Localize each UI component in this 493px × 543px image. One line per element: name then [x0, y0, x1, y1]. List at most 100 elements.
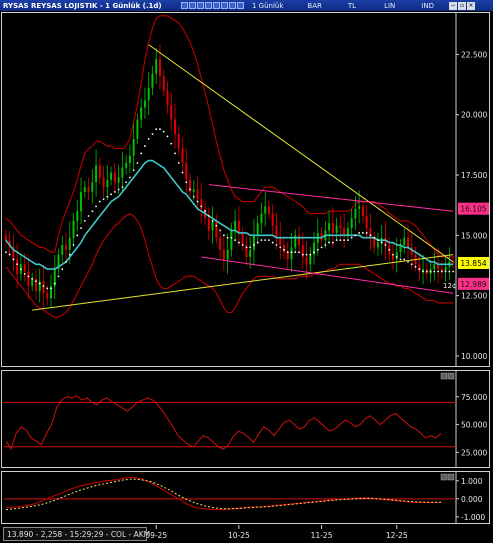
candle [38, 268, 41, 303]
candle-body [418, 264, 421, 272]
parabolic-sar-dot [80, 227, 82, 229]
candle-body [282, 244, 285, 253]
candle [136, 113, 139, 145]
parabolic-sar-dot [410, 263, 413, 266]
parabolic-sar-dot [392, 253, 394, 256]
toolbar-icon-7[interactable] [229, 2, 236, 9]
candle-body [286, 252, 289, 260]
parabolic-sar-dot [290, 251, 293, 254]
parabolic-sar-dot [343, 239, 346, 242]
timeframe-menu[interactable]: 1 Günlük [252, 2, 283, 10]
parabolic-sar-dot [181, 171, 184, 174]
candle-body [358, 206, 361, 209]
parabolic-sar-dot [309, 253, 312, 256]
parabolic-sar-dot [76, 234, 79, 237]
macd-tick-label: 0.000 [461, 495, 483, 504]
candle [170, 92, 173, 132]
toolbar-icon-4[interactable] [205, 2, 212, 9]
candle-body [16, 259, 19, 274]
candle [444, 255, 447, 282]
parabolic-sar-dot [339, 239, 342, 242]
price-label-text: 16.105 [460, 205, 486, 214]
parabolic-sar-dot [429, 270, 432, 273]
oscillator-line [5, 395, 442, 451]
parabolic-sar-dot [384, 244, 387, 246]
candle-body [185, 162, 188, 180]
toolbar-icon-5[interactable] [213, 2, 220, 9]
scale-menu[interactable]: LIN [384, 2, 395, 10]
candle-body [110, 172, 113, 180]
maximize-button[interactable]: ▫ [457, 1, 466, 10]
candle [61, 235, 64, 264]
parabolic-sar-dot [72, 244, 75, 246]
parabolic-sar-dot [279, 246, 282, 249]
parabolic-sar-dot [264, 239, 267, 242]
candle [418, 253, 421, 282]
candle-body [143, 100, 146, 108]
candle [49, 274, 52, 309]
candle-body [331, 223, 334, 233]
toolbar-icon-1[interactable] [181, 2, 188, 9]
candle [196, 176, 199, 211]
candle [155, 48, 158, 84]
candle-body [117, 177, 120, 183]
candle [189, 173, 192, 198]
close-button[interactable]: × [466, 1, 475, 10]
parabolic-sar-dot [399, 258, 402, 261]
parabolic-sar-dot [95, 205, 97, 208]
parabolic-sar-dot [98, 200, 101, 203]
parabolic-sar-dot [117, 188, 120, 191]
candle [31, 272, 34, 292]
parabolic-sar-dot [260, 239, 263, 242]
parabolic-sar-dot [192, 195, 195, 198]
chart-type-menu[interactable]: BAR [307, 2, 321, 10]
window-titlebar: RYSAS REYSAS LOJISTIK - 1 Günlük (.1d) 1… [0, 0, 493, 11]
candle [128, 144, 131, 173]
parabolic-sar-dot [46, 287, 49, 290]
candle-body [207, 218, 210, 231]
candle [241, 226, 244, 251]
parabolic-sar-dot [301, 253, 304, 256]
parabolic-sar-dot [271, 241, 274, 244]
candle-body [158, 59, 161, 77]
candle-body [177, 134, 180, 149]
parabolic-sar-dot [283, 248, 285, 251]
price-tick-label: 12.500 [461, 292, 487, 301]
parabolic-sar-dot [249, 246, 252, 249]
minimize-button[interactable]: − [448, 1, 457, 10]
toolbar-icon-6[interactable] [221, 2, 228, 9]
indicator-menu[interactable]: IND [421, 2, 434, 10]
parabolic-sar-dot [331, 241, 334, 244]
parabolic-sar-dot [61, 268, 64, 271]
parabolic-sar-dot [50, 287, 52, 290]
candle [331, 207, 334, 248]
toolbar-icon-3[interactable] [197, 2, 204, 9]
candle [177, 126, 180, 156]
toolbar-icon-2[interactable] [189, 2, 196, 9]
candle [267, 200, 270, 220]
parabolic-sar-dot [418, 268, 421, 271]
trend-line-yellow [148, 44, 454, 263]
parabolic-sar-dot [121, 186, 124, 188]
parabolic-sar-dot [422, 270, 424, 273]
candle [158, 44, 161, 90]
toolbar-icon-8[interactable] [237, 2, 244, 9]
candle [369, 213, 372, 251]
candle-body [373, 237, 376, 248]
chart-canvas[interactable]: 22.500 20.000 17.500 15.000 12.500 10.000 16.1… [0, 11, 493, 525]
candle-body [68, 237, 71, 250]
parabolic-sar-dot [91, 210, 94, 213]
candle [72, 213, 75, 245]
candle [147, 72, 150, 115]
price-label-pink: 16.105 [458, 202, 489, 215]
candle [151, 65, 154, 96]
candle-body [350, 218, 353, 229]
parabolic-sar-dot [324, 244, 327, 246]
candle [350, 209, 353, 237]
parabolic-sar-dot [298, 251, 300, 254]
currency-menu[interactable]: TL [348, 2, 356, 10]
candle [286, 241, 289, 270]
window-title: RYSAS REYSAS LOJISTIK - 1 Günlük (.1d) [3, 1, 162, 10]
candle [399, 238, 402, 258]
parabolic-sar-dot [253, 244, 255, 246]
